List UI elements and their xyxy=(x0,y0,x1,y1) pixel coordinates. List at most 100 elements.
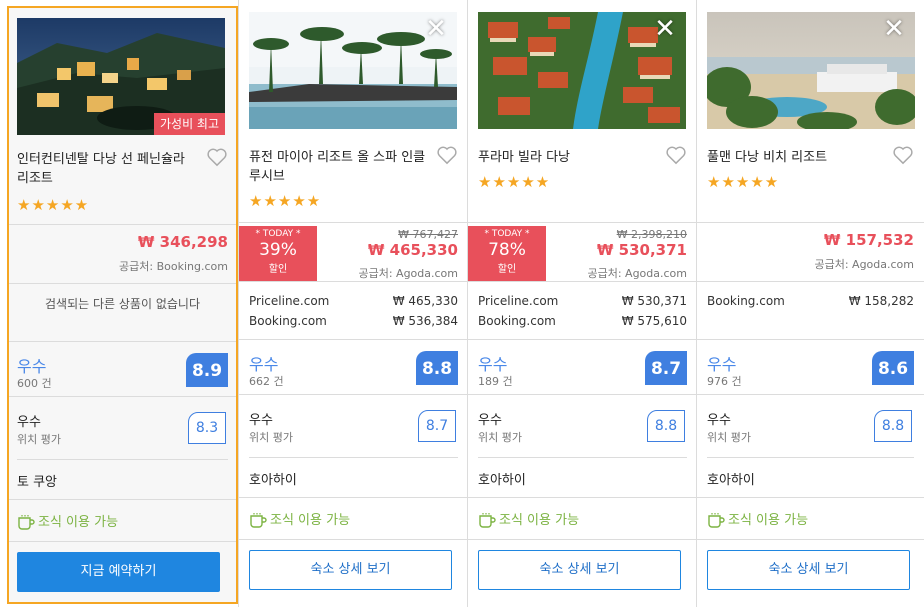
review-count[interactable]: 189 건 xyxy=(478,373,513,389)
price-supplier: 공급처: Agoda.com xyxy=(358,267,458,280)
breakfast-label: 조식 이용 가능 xyxy=(270,513,351,528)
divider xyxy=(239,539,468,540)
discount-percent: 39% xyxy=(259,240,297,260)
heart-icon[interactable] xyxy=(665,145,687,165)
review-count[interactable]: 976 건 xyxy=(707,373,742,389)
hotel-photo[interactable]: ✕ xyxy=(478,12,686,129)
coffee-cup-icon xyxy=(18,515,35,530)
best-price[interactable]: ₩ 346,298 xyxy=(138,233,228,251)
offer-price: ₩ 530,371 xyxy=(621,294,687,308)
hotel-photo[interactable]: 가성비 최고 xyxy=(17,18,225,135)
review-rating-label: 우수 xyxy=(249,355,279,374)
review-score: 8.7 xyxy=(645,351,687,385)
offer-price: ₩ 465,330 xyxy=(392,294,458,308)
divider xyxy=(468,497,697,498)
star-rating: ★★★★★ xyxy=(249,192,322,210)
divider xyxy=(468,539,697,540)
offer-provider: Booking.com xyxy=(478,314,556,328)
divider xyxy=(9,541,236,542)
hotel-name[interactable]: 인터컨티넨탈 다낭 선 페닌슐라 리조트 xyxy=(17,150,197,188)
location-rating-label: 우수 xyxy=(17,415,41,430)
hotel-photo[interactable]: ✕ xyxy=(707,12,915,129)
view-details-button[interactable]: 숙소 상세 보기 xyxy=(478,550,681,590)
location-score: 8.7 xyxy=(418,410,456,442)
today-label: * TODAY * xyxy=(484,229,530,239)
hotel-area: 호아하이 xyxy=(478,473,526,488)
no-other-offers-text: 검색되는 다른 상품이 없습니다 xyxy=(45,297,200,311)
location-score: 8.3 xyxy=(188,412,226,444)
best-price[interactable]: ₩ 157,532 xyxy=(824,231,914,249)
hotel-area: 호아하이 xyxy=(249,473,297,488)
best-price[interactable]: ₩ 465,330 xyxy=(368,241,458,259)
divider xyxy=(707,457,914,458)
divider xyxy=(239,497,468,498)
close-icon[interactable]: ✕ xyxy=(423,16,449,42)
divider xyxy=(697,394,924,395)
location-rating-caption: 위치 평가 xyxy=(478,431,522,444)
divider xyxy=(9,224,236,225)
star-rating: ★★★★★ xyxy=(17,196,90,214)
price-supplier: 공급처: Agoda.com xyxy=(587,267,687,280)
breakfast-available: 조식 이용 가능 xyxy=(707,509,808,528)
location-score: 8.8 xyxy=(874,410,912,442)
book-now-button[interactable]: 지금 예약하기 xyxy=(17,552,220,592)
hotel-name[interactable]: 풀맨 다낭 비치 리조트 xyxy=(707,148,887,167)
offer-provider: Priceline.com xyxy=(249,294,330,308)
review-rating-label: 우수 xyxy=(478,355,508,374)
best-value-badge: 가성비 최고 xyxy=(153,113,225,135)
location-score: 8.8 xyxy=(647,410,685,442)
best-price[interactable]: ₩ 530,371 xyxy=(597,241,687,259)
review-rating-label: 우수 xyxy=(707,355,737,374)
view-details-button[interactable]: 숙소 상세 보기 xyxy=(249,550,452,590)
view-details-button[interactable]: 숙소 상세 보기 xyxy=(707,550,910,590)
heart-icon[interactable] xyxy=(436,145,458,165)
divider xyxy=(17,459,228,460)
offer-price: ₩ 158,282 xyxy=(848,294,914,308)
star-rating: ★★★★★ xyxy=(707,173,780,191)
divider xyxy=(9,499,236,500)
today-discount-badge: * TODAY * 39% 할인 xyxy=(239,226,317,281)
location-rating-caption: 위치 평가 xyxy=(249,431,293,444)
heart-icon[interactable] xyxy=(892,145,914,165)
offer-provider: Booking.com xyxy=(249,314,327,328)
close-icon[interactable]: ✕ xyxy=(652,16,678,42)
price-supplier: 공급처: Agoda.com xyxy=(814,258,914,271)
divider xyxy=(239,281,468,282)
coffee-cup-icon xyxy=(479,513,496,528)
review-rating-label: 우수 xyxy=(17,357,47,376)
star-rating: ★★★★★ xyxy=(478,173,551,191)
original-price: ₩ 767,427 xyxy=(398,228,458,241)
review-count[interactable]: 600 건 xyxy=(17,375,52,391)
today-discount-badge: * TODAY * 78% 할인 xyxy=(468,226,546,281)
divider xyxy=(697,497,924,498)
review-count[interactable]: 662 건 xyxy=(249,373,284,389)
review-score: 8.6 xyxy=(872,351,914,385)
divider xyxy=(249,457,458,458)
original-price: ₩ 2,398,210 xyxy=(616,228,687,241)
breakfast-label: 조식 이용 가능 xyxy=(38,515,119,530)
review-score: 8.8 xyxy=(416,351,458,385)
hotel-comparison-grid: 가성비 최고 인터컨티넨탈 다낭 선 페닌슐라 리조트 ★★★★★ ₩ 346,… xyxy=(0,0,924,607)
divider xyxy=(697,281,924,282)
close-icon[interactable]: ✕ xyxy=(881,16,907,42)
today-label: * TODAY * xyxy=(255,229,301,239)
divider xyxy=(468,339,697,340)
location-rating-caption: 위치 평가 xyxy=(707,431,751,444)
divider xyxy=(239,222,468,223)
hotel-photo[interactable]: ✕ xyxy=(249,12,457,129)
breakfast-label: 조식 이용 가능 xyxy=(728,513,809,528)
hotel-name[interactable]: 퓨전 마이아 리조트 올 스파 인클루시브 xyxy=(249,148,429,186)
heart-icon[interactable] xyxy=(206,147,228,167)
location-rating-label: 우수 xyxy=(249,413,273,428)
hotel-area: 호아하이 xyxy=(707,473,755,488)
offer-provider: Priceline.com xyxy=(478,294,559,308)
divider xyxy=(468,394,697,395)
divider xyxy=(9,341,236,342)
divider xyxy=(468,222,697,223)
hotel-card-3: ✕ 푸라마 빌라 다낭 ★★★★★ * TODAY * 78% 할인 ₩ 2,3… xyxy=(467,0,697,607)
hotel-name[interactable]: 푸라마 빌라 다낭 xyxy=(478,148,658,167)
divider xyxy=(697,339,924,340)
breakfast-label: 조식 이용 가능 xyxy=(499,513,580,528)
divider xyxy=(239,394,468,395)
offer-price: ₩ 536,384 xyxy=(392,314,458,328)
